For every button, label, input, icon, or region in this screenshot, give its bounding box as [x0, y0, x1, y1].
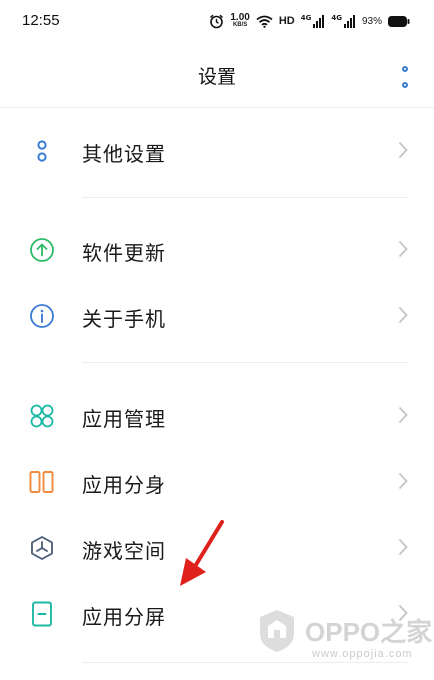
app-grid-icon	[28, 402, 56, 430]
settings-item-app-clone[interactable]: 应用分身	[0, 448, 434, 514]
section-divider	[82, 197, 408, 198]
clone-icon	[28, 468, 56, 496]
network-speed-value: 1.00	[230, 11, 250, 23]
settings-item-label: 其他设置	[82, 142, 166, 166]
split-screen-icon	[28, 600, 56, 628]
network-type-1: 4G	[300, 13, 312, 22]
settings-item-label: 应用管理	[82, 407, 166, 431]
chevron-right-icon	[398, 240, 408, 258]
settings-item-software-update[interactable]: 软件更新	[0, 216, 434, 282]
chevron-right-icon	[398, 306, 408, 324]
chevron-right-icon	[398, 538, 408, 556]
signal-1: 4G	[300, 13, 326, 28]
signal-2: 4G	[331, 13, 356, 28]
settings-item-label: 应用分屏	[82, 605, 166, 629]
network-speed: 1.00 KB/S	[230, 11, 250, 29]
chevron-right-icon	[398, 472, 408, 490]
network-type-2: 4G	[331, 13, 342, 22]
settings-item-label: 应用分身	[82, 473, 166, 497]
settings-item-label: 关于手机	[82, 307, 166, 331]
signal-bars-icon	[343, 14, 355, 28]
wifi-icon	[256, 15, 273, 28]
settings-item-app-management[interactable]: 应用管理	[0, 382, 434, 448]
more-options-icon-dot	[402, 82, 408, 88]
battery-percent: 93%	[361, 15, 382, 27]
alarm-clock-icon	[209, 14, 224, 29]
two-circles-icon	[28, 137, 56, 165]
status-icons: 1.00 KB/S HD 4G 4G 93%	[209, 11, 410, 31]
status-time: 12:55	[22, 12, 60, 29]
more-options-button[interactable]	[398, 66, 412, 88]
page-title: 设置	[197, 66, 236, 88]
chevron-right-icon	[398, 406, 408, 424]
section-divider	[82, 362, 408, 363]
settings-item-about-phone[interactable]: 关于手机	[0, 282, 434, 348]
watermark-url: www.oppojia.com	[312, 648, 413, 660]
arrow-up-circle-icon	[28, 236, 56, 264]
status-bar: 12:55 1.00 KB/S HD 4G 4G 93%	[0, 0, 434, 44]
game-space-icon	[28, 534, 56, 562]
watermark-logo-icon	[260, 610, 294, 652]
battery-icon	[388, 15, 410, 27]
chevron-right-icon	[398, 141, 408, 159]
app-header: 设置	[0, 44, 434, 108]
hd-indicator: HD	[278, 15, 295, 27]
settings-item-label: 软件更新	[82, 241, 166, 265]
red-arrow-annotation-icon	[180, 520, 224, 586]
signal-bars-icon	[313, 14, 325, 28]
info-circle-icon	[28, 302, 56, 330]
settings-item-label: 游戏空间	[82, 539, 166, 563]
watermark-brand: OPPO之家	[305, 617, 433, 647]
network-speed-unit: KB/S	[232, 21, 248, 28]
settings-item-other-settings[interactable]: 其他设置	[0, 117, 434, 183]
section-divider	[82, 662, 408, 663]
more-options-icon	[402, 66, 408, 72]
